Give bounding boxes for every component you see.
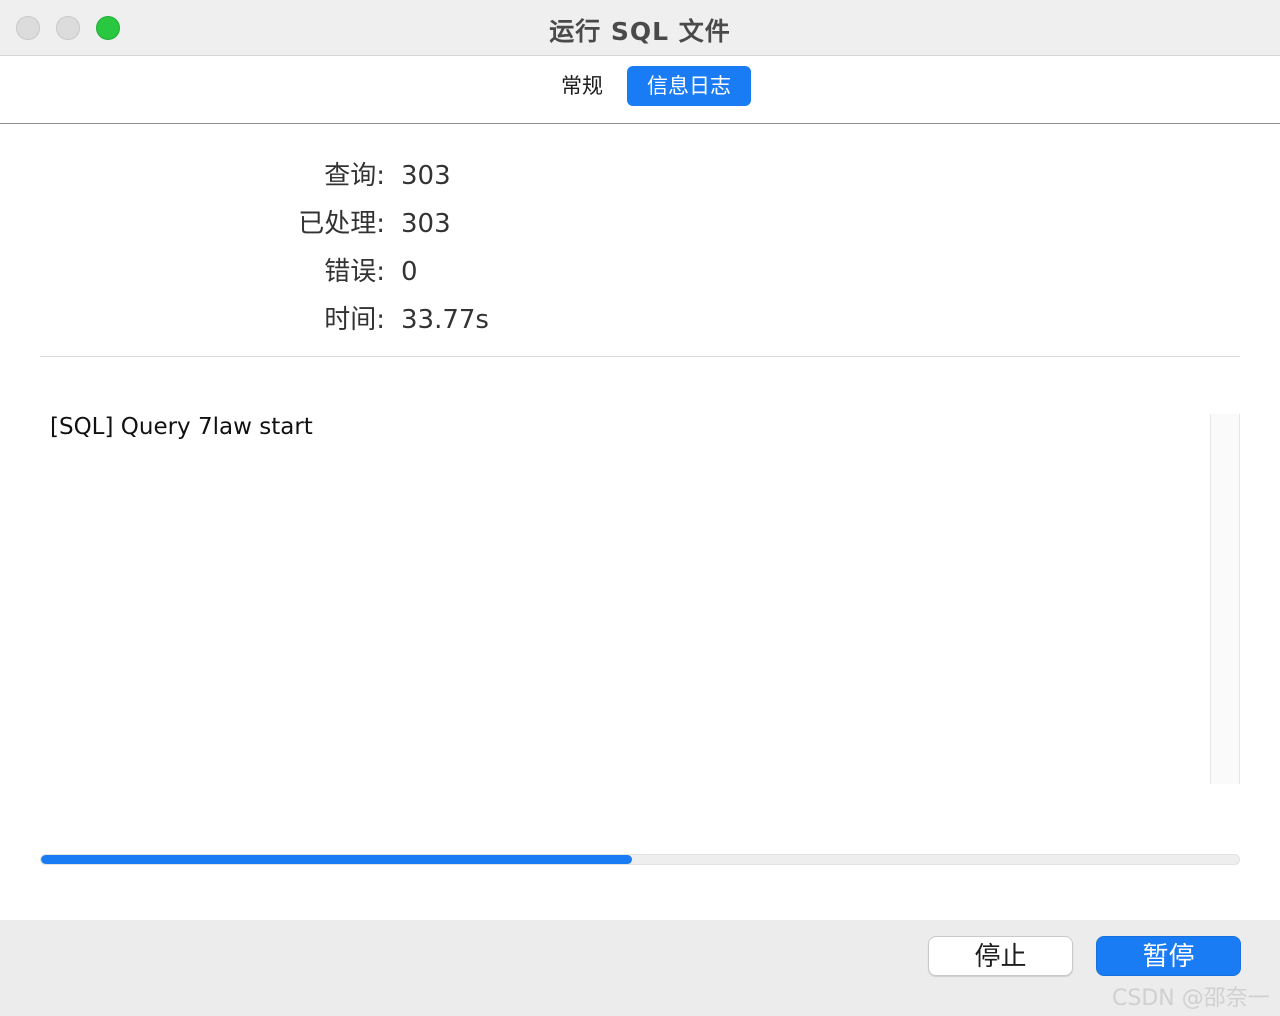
stat-row-time: 时间: 33.77s <box>0 300 1280 340</box>
log-scrollbar[interactable] <box>1210 414 1240 784</box>
footer-bar: 停止 暂停 <box>0 920 1280 1016</box>
stat-value-processed: 303 <box>401 209 451 239</box>
stat-row-queries: 查询: 303 <box>0 156 1280 196</box>
title-bar: 运行 SQL 文件 <box>0 0 1280 56</box>
stat-label-time: 时间: <box>324 305 385 335</box>
tab-bar: 常规 信息日志 <box>0 57 1280 124</box>
watermark: CSDN @邵奈一 <box>1112 986 1270 1011</box>
stat-row-processed: 已处理: 303 <box>0 204 1280 244</box>
section-divider <box>40 356 1240 357</box>
stat-value-errors: 0 <box>401 257 418 287</box>
pause-button[interactable]: 暂停 <box>1096 936 1241 976</box>
tab-general[interactable]: 常规 <box>546 66 618 106</box>
stop-button[interactable]: 停止 <box>928 936 1073 976</box>
stat-value-queries: 303 <box>401 161 451 191</box>
tab-info-log[interactable]: 信息日志 <box>627 66 751 106</box>
stat-row-errors: 错误: 0 <box>0 252 1280 292</box>
progress-bar <box>40 854 1240 865</box>
log-line: [SQL] Query 7law start <box>50 414 313 440</box>
stat-value-time: 33.77s <box>401 305 489 335</box>
stat-label-errors: 错误: <box>324 257 385 287</box>
log-output-area[interactable]: [SQL] Query 7law start <box>40 404 1210 784</box>
progress-bar-fill <box>41 855 632 864</box>
stat-label-queries: 查询: <box>324 161 385 191</box>
stat-label-processed: 已处理: <box>298 209 385 239</box>
window-title: 运行 SQL 文件 <box>549 17 731 46</box>
